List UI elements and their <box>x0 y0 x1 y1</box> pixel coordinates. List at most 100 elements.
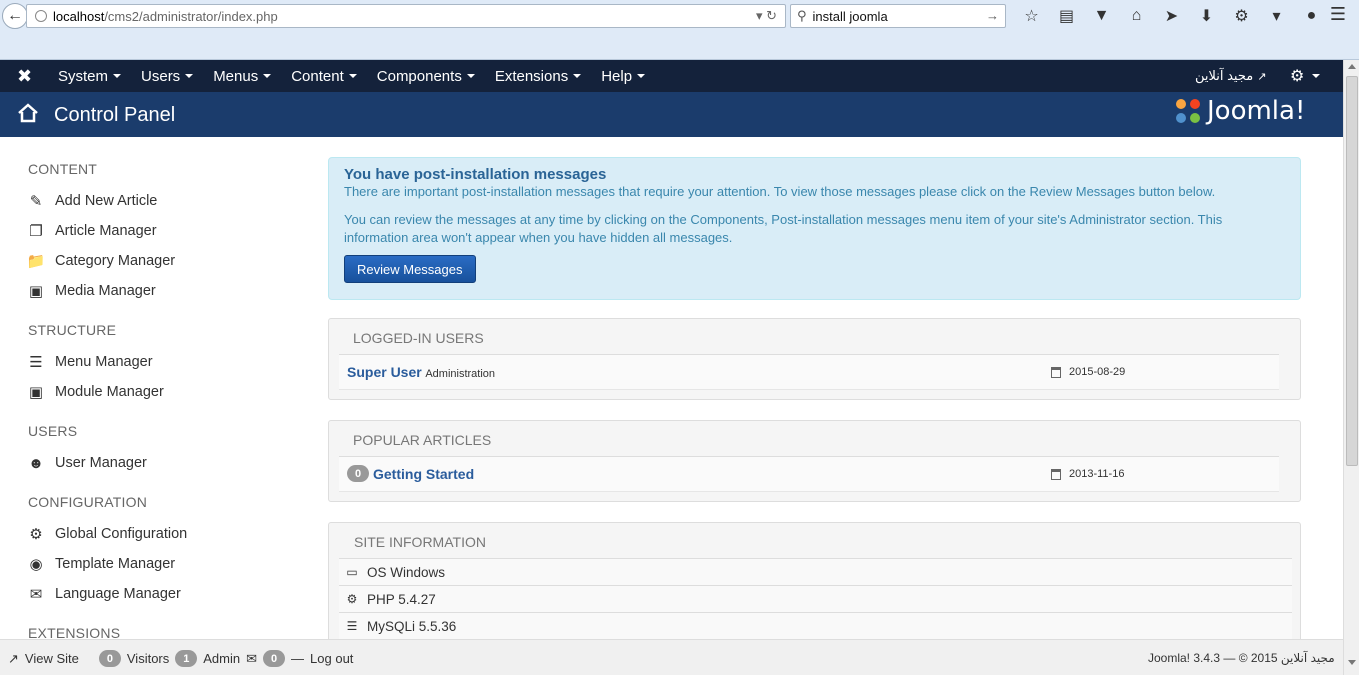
view-site-link[interactable]: View Site <box>25 651 79 666</box>
menu-components[interactable]: Components <box>377 68 475 85</box>
sidebar-item-add-new-article[interactable]: ✎ Add New Article <box>27 193 158 210</box>
site-name: مجید آنلاین <box>1195 68 1254 83</box>
reading-list-icon[interactable]: ▤ <box>1049 6 1084 26</box>
menu-menus[interactable]: Menus <box>213 67 272 85</box>
sidebar-item-article-manager[interactable]: ❐ Article Manager <box>27 223 157 240</box>
menu-system[interactable]: System <box>58 68 122 85</box>
user-menu[interactable]: ⚙ <box>1290 66 1321 86</box>
star-icon[interactable]: ☆ <box>1014 6 1049 26</box>
visitors-badge: 0 <box>98 650 121 667</box>
calendar-icon <box>1051 468 1061 480</box>
dropdown-icon[interactable]: ▾ <box>1259 6 1294 26</box>
menu-label: Components <box>376 67 462 85</box>
sidebar-heading-extensions: EXTENSIONS <box>28 625 121 639</box>
article-date: 2013-11-16 <box>1051 468 1124 480</box>
sidebar-item-template-manager[interactable]: ◉ Template Manager <box>27 556 176 573</box>
sidebar-item-label: Language Manager <box>55 586 181 602</box>
menu-content[interactable]: Content <box>291 68 357 85</box>
copy-icon: ❐ <box>29 223 43 240</box>
joomla-small-icon[interactable]: ✖ <box>17 66 32 87</box>
url-host: localhost <box>53 8 105 24</box>
popular-articles-panel: POPULAR ARTICLES 0 Getting Started 2013-… <box>328 420 1301 502</box>
user-icon: ☻ <box>28 454 44 472</box>
external-link-icon: ↗ <box>1257 70 1267 83</box>
panel-title: POPULAR ARTICLES <box>353 432 492 448</box>
sidebar-item-label: Module Manager <box>55 384 164 400</box>
caret-down-icon <box>1312 74 1321 78</box>
menu-users[interactable]: Users <box>141 67 194 85</box>
pocket-icon[interactable]: ▼ <box>1084 7 1119 25</box>
alert-message-secondary: You can review the messages at any time … <box>344 212 1223 245</box>
admin-label: Admin <box>203 651 241 666</box>
comments-icon: ✉ <box>29 586 43 603</box>
alert-message: There are important post-installation me… <box>344 184 1216 199</box>
messages-badge[interactable]: 0 <box>263 650 286 667</box>
home-icon[interactable]: ⌂ <box>1119 7 1154 25</box>
sidebar-item-menu-manager[interactable]: ☰ Menu Manager <box>27 354 153 371</box>
sidebar-item-user-manager[interactable]: ☻ User Manager <box>27 454 147 472</box>
search-go-icon[interactable]: → <box>986 8 999 23</box>
logout-link[interactable]: Log out <box>310 651 353 666</box>
user-role: Administration <box>425 368 496 380</box>
sidebar-item-media-manager[interactable]: ▣ Media Manager <box>27 283 156 300</box>
browser-toolbar-icons: ☆ ▤ ▼ ⌂ ➤ ⬇ ⚙ ▾ ● <box>1014 4 1329 28</box>
back-button[interactable]: ← <box>2 3 28 29</box>
sidebar-heading-structure: STRUCTURE <box>28 322 117 338</box>
sidebar-item-label: Article Manager <box>55 223 157 239</box>
review-messages-button[interactable]: Review Messages <box>344 255 476 283</box>
visitors-label: Visitors <box>126 651 170 666</box>
scroll-thumb[interactable] <box>1346 76 1358 466</box>
sidebar-item-global-configuration[interactable]: ⚙ Global Configuration <box>27 526 188 543</box>
alert-title: You have post-installation messages <box>344 166 607 183</box>
envelope-icon[interactable]: ✉ <box>246 651 257 667</box>
menu-icon[interactable]: ☰ <box>1326 4 1350 25</box>
caret-down-icon <box>113 74 122 78</box>
sidebar-item-label: Global Configuration <box>55 526 188 542</box>
send-icon[interactable]: ➤ <box>1154 6 1189 26</box>
gear-icon: ⚙ <box>1290 68 1305 85</box>
home-icon <box>18 103 38 123</box>
site-info-mysql: MySQLi 5.5.36 <box>367 618 457 634</box>
search-input[interactable]: ⚲ install joomla → <box>790 4 1006 28</box>
hits-badge: 0 <box>347 465 369 482</box>
site-link[interactable]: مجید آنلاین ↗ <box>1195 68 1266 84</box>
user-link[interactable]: Super User <box>347 364 422 380</box>
sidebar-item-label: Menu Manager <box>55 354 153 370</box>
menu-extensions[interactable]: Extensions <box>495 68 582 85</box>
sidebar-item-module-manager[interactable]: ▣ Module Manager <box>27 384 164 401</box>
status-left: ↗ View Site 0 Visitors 1 Admin ✉ 0 — Log… <box>8 650 353 667</box>
joomla-logo-text: Joomla! <box>1207 96 1306 126</box>
sidebar-item-label: User Manager <box>55 455 147 471</box>
list-icon: ☰ <box>29 354 43 371</box>
cube-icon: ▣ <box>28 384 44 401</box>
browser-toolbar: ← localhost/cms2/administrator/index.php… <box>0 0 1359 60</box>
url-bar[interactable]: localhost/cms2/administrator/index.php ▾… <box>26 4 786 28</box>
panel-title: LOGGED-IN USERS <box>353 330 484 346</box>
menu-label: Menus <box>213 67 259 85</box>
extension-icon[interactable]: ⚙ <box>1224 6 1259 26</box>
minus-icon: — <box>291 651 305 666</box>
main-menu: System Users Menus Content Components Ex… <box>58 60 665 92</box>
post-install-alert: You have post-installation messages Ther… <box>328 157 1301 300</box>
caret-down-icon <box>263 74 272 78</box>
sidebar-item-label: Template Manager <box>55 556 176 572</box>
scroll-up-icon[interactable] <box>1348 64 1356 69</box>
eye-icon: ◉ <box>29 556 43 573</box>
chat-icon[interactable]: ● <box>1294 7 1329 25</box>
desktop-icon: ▭ <box>346 565 358 579</box>
caret-down-icon <box>185 74 194 78</box>
gear-icon: ⚙ <box>29 526 43 543</box>
scroll-down-icon[interactable] <box>1348 660 1356 665</box>
list-item: ⚙ PHP 5.4.27 <box>339 585 1292 612</box>
sidebar-item-category-manager[interactable]: 📁 Category Manager <box>26 253 175 270</box>
menu-label: Users <box>141 67 181 85</box>
menu-help[interactable]: Help <box>601 68 646 85</box>
search-icon: ⚲ <box>797 8 807 23</box>
sidebar-item-language-manager[interactable]: ✉ Language Manager <box>27 586 181 603</box>
caret-down-icon <box>348 74 357 78</box>
download-icon[interactable]: ⬇ <box>1189 6 1224 26</box>
scrollbar[interactable] <box>1343 60 1359 675</box>
article-link[interactable]: Getting Started <box>373 466 474 482</box>
folder-open-icon: 📁 <box>26 253 46 270</box>
reload-icon[interactable]: ▾ ↻ <box>756 8 777 24</box>
